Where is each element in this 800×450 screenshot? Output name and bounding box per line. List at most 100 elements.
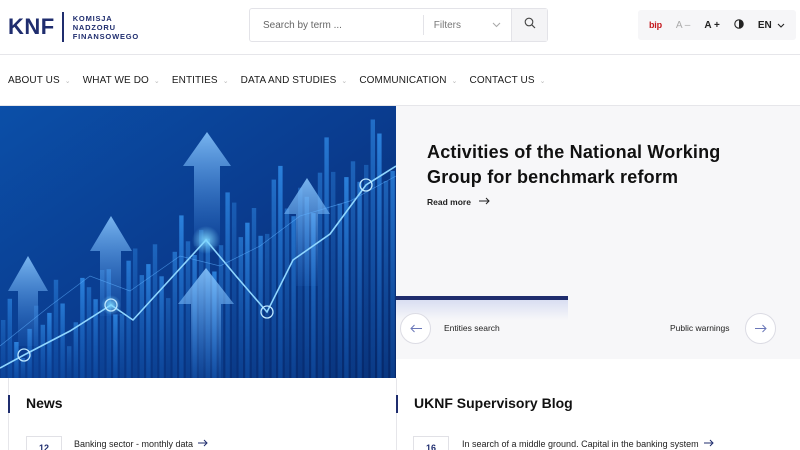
hero-bar [40, 324, 45, 378]
blog-title: UKNF Supervisory Blog [414, 395, 573, 411]
arrow-right-icon [703, 438, 714, 450]
contrast-icon [734, 18, 744, 32]
filters-dropdown[interactable]: Filters [424, 9, 511, 41]
arrow-left-icon [409, 322, 422, 336]
main-navigation: ABOUT US ⌄ WHAT WE DO ⌄ ENTITIES ⌄ DATA AND… [0, 56, 800, 106]
language-label: EN [757, 19, 772, 31]
language-selector[interactable]: EN [751, 10, 792, 40]
hero-bar [172, 251, 177, 378]
nav-item-about-us[interactable]: ABOUT US ⌄ [8, 75, 71, 86]
blog-date-box: 16 [413, 436, 449, 450]
hero-panel: Activities of the National Working Group… [396, 106, 800, 359]
hero-bar [291, 216, 296, 378]
hero-bar [271, 179, 276, 378]
blog-item-link[interactable]: In search of a middle ground. Capital in… [462, 438, 714, 450]
nav-item-what-we-do[interactable]: WHAT WE DO ⌄ [83, 75, 160, 86]
hero-bar [53, 279, 59, 378]
hero-bar [377, 133, 382, 378]
read-more-link[interactable]: Read more [427, 196, 490, 208]
nav-label: ENTITIES [171, 75, 218, 86]
blog-accent-bar [396, 395, 398, 413]
entities-search-link[interactable]: Entities search [444, 323, 500, 333]
nav-label: CONTACT US [469, 75, 535, 86]
hero-bar [364, 164, 369, 378]
hero-bar [67, 346, 72, 378]
nav-item-communication[interactable]: COMMUNICATION ⌄ [359, 75, 457, 86]
hero-bar [284, 208, 290, 378]
contrast-button[interactable] [727, 10, 751, 40]
news-date-box: 12 [26, 436, 62, 450]
hero-bar [80, 277, 85, 378]
hero-bar [113, 314, 118, 378]
nav-item-contact-us[interactable]: CONTACT US ⌄ [470, 75, 546, 86]
news-left-border [8, 378, 9, 450]
hero-bar [60, 303, 65, 378]
hero-bar [344, 177, 349, 378]
nav-label: DATA AND STUDIES [240, 75, 337, 86]
filters-label: Filters [433, 19, 462, 31]
hero-bar [324, 137, 329, 378]
logo-line-1: KOMISJA [72, 13, 113, 23]
arrow-right-icon [198, 438, 208, 450]
logo-mark: KNF [8, 14, 55, 39]
nav-label: WHAT WE DO [82, 75, 149, 86]
hero-bar [390, 170, 395, 378]
hero-image[interactable] [0, 106, 396, 378]
arrow-right-icon [478, 196, 490, 208]
hero-bar [152, 244, 158, 378]
hero-bar [159, 276, 164, 378]
hero-chart-illustration [0, 106, 396, 378]
news-item-label: Banking sector - monthly data [74, 439, 194, 449]
blog-item-label: In search of a middle ground. Capital in… [462, 439, 699, 449]
site-header: KNF KOMISJA NADZORU FINANSOWEGO Filters … [0, 0, 800, 55]
font-decrease-button[interactable]: A – [669, 10, 697, 40]
public-warnings-button[interactable] [745, 313, 776, 344]
hero-bar [370, 119, 375, 378]
logo-line-2: NADZORU [72, 22, 116, 32]
hero-bar [225, 192, 230, 378]
search-input[interactable] [250, 9, 423, 41]
blog-left-border [396, 378, 397, 450]
hero-bar [47, 312, 52, 378]
search-bar: Filters [249, 8, 548, 42]
public-warnings-link[interactable]: Public warnings [670, 323, 730, 333]
chevron-down-icon: ⌄ [451, 77, 458, 85]
arrow-right-icon [754, 322, 767, 336]
nav-label: ABOUT US [8, 75, 60, 86]
nav-item-entities[interactable]: ENTITIES ⌄ [172, 75, 229, 86]
logo-divider [61, 12, 64, 42]
hero-bar [146, 264, 151, 378]
hero-bar [331, 171, 336, 378]
search-button[interactable] [511, 9, 547, 41]
logo-line-3: FINANSOWEGO [72, 31, 140, 41]
hero-bar [93, 299, 98, 378]
chevron-down-icon [492, 20, 501, 30]
font-increase-button[interactable]: A + [697, 10, 726, 40]
hero-bar [179, 215, 184, 378]
hero-title[interactable]: Activities of the National Working Group… [427, 140, 767, 190]
entities-search-button[interactable] [400, 313, 431, 344]
chevron-down-icon: ⌄ [539, 77, 546, 85]
chevron-down-icon: ⌄ [153, 77, 160, 85]
hero-bar [232, 202, 237, 378]
hero-bar [133, 248, 138, 378]
chevron-down-icon: ⌄ [222, 77, 229, 85]
knf-logo[interactable]: KNF KOMISJA NADZORU FINANSOWEGO [8, 12, 139, 42]
news-item-link[interactable]: Banking sector - monthly data [74, 438, 208, 450]
hero-bar [126, 260, 131, 378]
hero-bar [357, 181, 362, 378]
read-more-label: Read more [427, 197, 471, 207]
chevron-down-icon: ⌄ [341, 77, 348, 85]
hero-bar [278, 165, 283, 378]
hero-bar [1, 320, 6, 378]
hero-bar [139, 275, 144, 378]
hero-bar [86, 287, 92, 378]
hero-bar [245, 222, 250, 378]
hero-bar [238, 237, 243, 378]
bip-link[interactable]: bip [642, 10, 669, 40]
accessibility-tools: bip A – A + EN [638, 10, 796, 40]
nav-item-data-and-studies[interactable]: DATA AND STUDIES ⌄ [241, 75, 348, 86]
search-icon [524, 16, 536, 34]
hero-bar [383, 181, 389, 378]
hero-bar [251, 208, 257, 378]
